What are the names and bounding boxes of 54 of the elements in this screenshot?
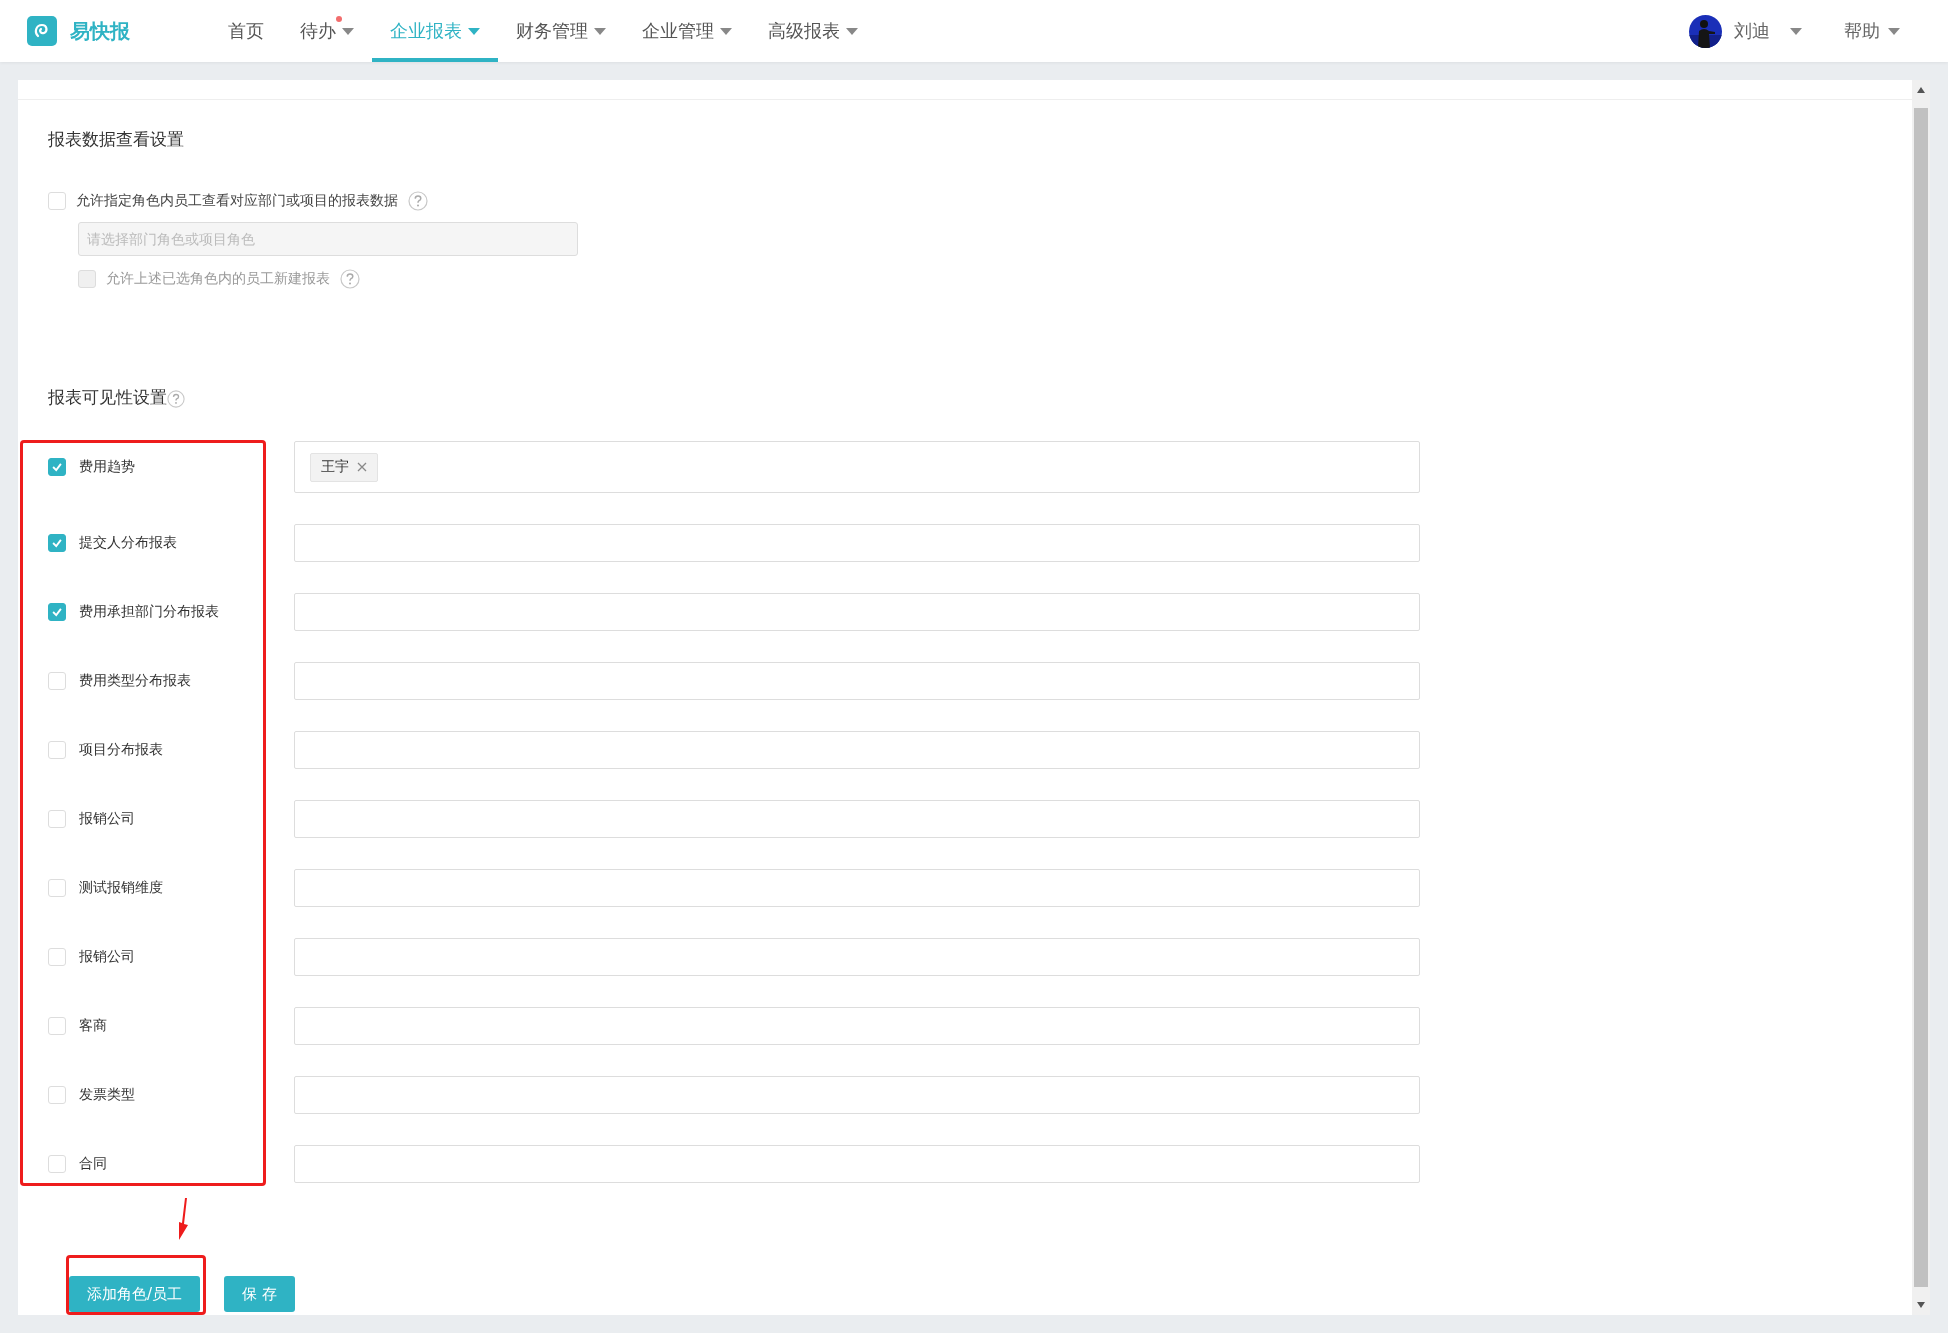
caret-icon	[468, 27, 480, 35]
report-name: 费用趋势	[79, 458, 135, 476]
scrollbar[interactable]	[1912, 80, 1930, 1315]
caret-icon	[720, 27, 732, 35]
report-name: 报销公司	[79, 810, 135, 828]
report-name: 客商	[79, 1017, 107, 1035]
caret-icon	[846, 27, 858, 35]
caret-icon	[342, 27, 354, 35]
help-icon	[340, 269, 360, 289]
report-name: 费用类型分布报表	[79, 672, 191, 690]
checkbox-label: 允许上述已选角色内的员工新建报表	[106, 270, 330, 288]
remove-icon[interactable]	[357, 462, 367, 472]
user-menu[interactable]: 刘迪	[1734, 19, 1770, 43]
checkbox[interactable]	[48, 458, 66, 476]
member-select-field[interactable]	[294, 938, 1420, 976]
nav-tab[interactable]: 财务管理	[498, 0, 624, 62]
scroll-up-icon[interactable]	[1916, 86, 1926, 94]
member-select-field[interactable]	[294, 800, 1420, 838]
member-select-field[interactable]	[294, 869, 1420, 907]
notification-dot	[336, 16, 342, 22]
app-name: 易快报	[70, 17, 130, 45]
report-name: 费用承担部门分布报表	[79, 603, 219, 621]
scroll-down-icon[interactable]	[1916, 1301, 1926, 1309]
nav-tab[interactable]: 企业管理	[624, 0, 750, 62]
member-select-field[interactable]	[294, 1007, 1420, 1045]
report-name: 发票类型	[79, 1086, 135, 1104]
section-title: 报表数据查看设置	[48, 128, 185, 151]
report-name: 提交人分布报表	[79, 534, 177, 552]
caret-icon	[594, 27, 606, 35]
checkbox-label: 允许指定角色内员工查看对应部门或项目的报表数据	[76, 192, 398, 210]
logo-icon	[27, 16, 57, 46]
nav-tab[interactable]: 高级报表	[750, 0, 876, 62]
nav-tab[interactable]: 待办	[282, 0, 372, 62]
member-select-field[interactable]	[294, 524, 1420, 562]
report-name: 测试报销维度	[79, 879, 163, 897]
section-title: 报表可见性设置	[48, 386, 167, 409]
caret-icon	[1790, 27, 1802, 35]
help-icon	[408, 191, 428, 211]
nav-tab[interactable]: 首页	[210, 0, 282, 62]
help-icon	[167, 390, 185, 408]
member-select-field[interactable]	[294, 1145, 1420, 1183]
member-select-field[interactable]	[294, 662, 1420, 700]
member-name: 王宇	[321, 458, 349, 476]
report-name: 报销公司	[79, 948, 135, 966]
member-select-field[interactable]	[294, 593, 1420, 631]
member-select-field[interactable]	[294, 1076, 1420, 1114]
caret-icon	[1888, 27, 1900, 35]
report-name: 项目分布报表	[79, 741, 163, 759]
checkbox[interactable]	[48, 534, 66, 552]
member-select-field[interactable]	[294, 731, 1420, 769]
report-name: 合同	[79, 1155, 107, 1173]
member-select-field[interactable]: 王宇	[294, 441, 1420, 493]
help-menu[interactable]: 帮助	[1844, 19, 1880, 43]
checkbox[interactable]	[48, 603, 66, 621]
